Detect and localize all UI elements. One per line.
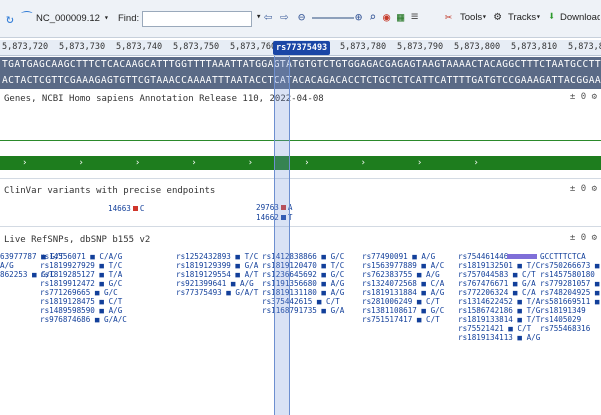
snp-item[interactable]: rs1819129399 ■ G/A bbox=[176, 261, 258, 270]
clinvar-id: 14663 bbox=[108, 204, 131, 213]
snp-column-5: rs77490091 ■ A/G rs1563977889 ■ A/C rs76… bbox=[362, 252, 444, 324]
search-icon[interactable]: ⌕ bbox=[369, 10, 376, 24]
snp-item[interactable]: rs767476671 ■ G/A bbox=[458, 279, 540, 288]
snp-item[interactable]: rs14556071 ■ C/A/G bbox=[40, 252, 127, 261]
tracks-chevron-icon[interactable]: ▾ bbox=[536, 12, 541, 21]
snp-item[interactable]: rs1252432893 ■ T/C bbox=[176, 252, 258, 261]
clinvar-allele: C bbox=[139, 204, 145, 213]
snp-item[interactable]: rs762383755 ■ A/G bbox=[362, 270, 444, 279]
chromosome-icon: ⁀ bbox=[22, 11, 32, 25]
snp-item[interactable]: rs976874686 ■ G/A/C bbox=[40, 315, 127, 324]
grid-icon[interactable]: ▦ bbox=[397, 10, 404, 24]
find-input[interactable] bbox=[142, 11, 252, 27]
separator bbox=[0, 178, 601, 179]
snp-item[interactable]: rs1314622452 ■ T/A bbox=[458, 297, 540, 306]
tracks-menu[interactable]: Tracks bbox=[508, 12, 536, 23]
snp-item[interactable]: rs779281057 ■ C/G/T bbox=[540, 279, 601, 288]
gene-arrows: ››››››››› bbox=[22, 158, 530, 168]
snp-item[interactable]: rs748204925 ■ A/G bbox=[540, 288, 601, 297]
position-label: rs77375493 bbox=[273, 41, 331, 55]
chevron-down-icon[interactable]: ▾ bbox=[104, 13, 109, 22]
tools-chevron-icon[interactable]: ▾ bbox=[482, 12, 487, 21]
align-icon[interactable]: ≡ bbox=[411, 9, 418, 23]
snp-item[interactable]: GCCTTTCTCA bbox=[540, 252, 601, 261]
snp-item[interactable]: rs1381108617 ■ G/C bbox=[362, 306, 444, 315]
ruler-label: 5,873,780 bbox=[340, 42, 387, 52]
download-menu[interactable]: Download bbox=[560, 12, 600, 23]
snp-track-title: Live RefSNPs, dbSNP b155 v2 bbox=[4, 235, 151, 245]
snp-column-2: rs14556071 ■ C/A/G rs1819927929 ■ T/C rs… bbox=[40, 252, 127, 324]
snp-item[interactable]: rs1563977889 ■ A/C bbox=[362, 261, 444, 270]
find-dropdown-icon[interactable]: ▾ bbox=[256, 12, 261, 22]
zoom-out-icon[interactable]: ⊖ bbox=[298, 10, 305, 24]
snp-item[interactable]: rs1457580180 bbox=[540, 270, 601, 279]
snp-item[interactable]: rs750266673 ■ C/G bbox=[540, 261, 601, 270]
ruler-label: 5,873,720 bbox=[2, 42, 49, 52]
snp-item[interactable]: rs1819128475 ■ C/T bbox=[40, 297, 127, 306]
snp-column-6: rs754461446 rs1819132501 ■ T/C rs7570445… bbox=[458, 252, 540, 342]
zoom-slider[interactable] bbox=[312, 17, 354, 19]
snp-item[interactable]: rs921399641 ■ A/G bbox=[176, 279, 258, 288]
snp-item[interactable]: rs75521421 ■ C/T bbox=[458, 324, 540, 333]
snp-item[interactable]: rs77490091 ■ A/G bbox=[362, 252, 444, 261]
ruler-label: 5,873,740 bbox=[116, 42, 163, 52]
forward-arrow-icon[interactable]: ⇨ bbox=[280, 9, 288, 25]
snp-item[interactable]: rs1819133814 ■ T/T bbox=[458, 315, 540, 324]
reverse-sequence: ACTACTCGTTCGAAAGAGTGTTCGTAAACCAAAATTTAAT… bbox=[0, 73, 601, 89]
snp-item[interactable]: rs1819912472 ■ G/C bbox=[40, 279, 127, 288]
selection-highlight bbox=[274, 56, 290, 415]
toolbar: ↻ ⁀ NC_000009.12 ▾ Find: ▾ ⇦ ⇨ ⊖ ⊕ ⌕ ◉ ▦… bbox=[0, 0, 601, 38]
separator bbox=[0, 226, 601, 227]
snp-item[interactable]: rs757044583 ■ C/T bbox=[458, 270, 540, 279]
clinvar-track-title: ClinVar variants with precise endpoints bbox=[4, 186, 216, 196]
snp-item[interactable]: rs1819927929 ■ T/C bbox=[40, 261, 127, 270]
ruler-label: 5,873,820 bbox=[568, 42, 601, 52]
forward-sequence: TGATGAGCAAGCTTTCTCACAAGCATTTGGTTTTAAATTA… bbox=[0, 57, 601, 73]
ruler-label: 5,873,800 bbox=[454, 42, 501, 52]
snp-item[interactable]: rs1819285127 ■ T/A bbox=[40, 270, 127, 279]
snp-item[interactable]: rs1819134113 ■ A/G bbox=[458, 333, 540, 342]
snp-column-7: GCCTTTCTCA rs750266673 ■ C/G rs145758018… bbox=[540, 252, 601, 333]
snp-item[interactable]: rs281006249 ■ C/T bbox=[362, 297, 444, 306]
ruler-label: 5,873,760 bbox=[230, 42, 277, 52]
genes-track-title: Genes, NCBI Homo sapiens Annotation Rele… bbox=[4, 94, 324, 104]
tools-menu[interactable]: Tools bbox=[460, 12, 482, 23]
snp-item[interactable]: rs1405029 bbox=[540, 315, 601, 324]
accession-selector[interactable]: NC_000009.12 bbox=[36, 13, 100, 24]
ruler-label: 5,873,730 bbox=[59, 42, 106, 52]
snp-item[interactable]: rs771269665 ■ G/C bbox=[40, 288, 127, 297]
snp-item[interactable]: rs751517417 ■ C/T bbox=[362, 315, 444, 324]
gear-icon[interactable]: ⚙ bbox=[494, 9, 501, 23]
clinvar-variant[interactable]: 14663 C bbox=[108, 204, 144, 213]
ruler-label: 5,873,810 bbox=[511, 42, 558, 52]
clinvar-track-icons[interactable]: ± 0 ⚙ bbox=[570, 184, 597, 194]
refresh-icon[interactable]: ↻ bbox=[6, 12, 14, 27]
snp-item[interactable]: rs1489598590 ■ A/G bbox=[40, 306, 127, 315]
snp-item[interactable]: rs1819131884 ■ A/G bbox=[362, 288, 444, 297]
snp-track-icons[interactable]: ± 0 ⚙ bbox=[570, 233, 597, 243]
gene-line bbox=[0, 140, 601, 141]
snp-item[interactable]: rs1819132501 ■ T/C bbox=[458, 261, 540, 270]
marker-icon[interactable]: ◉ bbox=[383, 10, 390, 24]
snp-item[interactable]: rs1819129554 ■ A/T bbox=[176, 270, 258, 279]
tools-icon[interactable]: ✂ bbox=[445, 10, 452, 24]
find-label: Find: bbox=[118, 13, 140, 24]
snp-item[interactable]: rs18191349 bbox=[540, 306, 601, 315]
snp-column-3: rs1252432893 ■ T/C rs1819129399 ■ G/A rs… bbox=[176, 252, 258, 297]
zoom-in-icon[interactable]: ⊕ bbox=[355, 10, 362, 24]
ruler: 5,873,720 5,873,730 5,873,740 5,873,750 … bbox=[0, 40, 601, 56]
snp-item[interactable]: rs1586742186 ■ T/G bbox=[458, 306, 540, 315]
snp-range-bar[interactable] bbox=[507, 254, 537, 259]
snp-item[interactable]: rs1324072568 ■ C/A bbox=[362, 279, 444, 288]
snp-item[interactable]: rs755468316 bbox=[540, 324, 601, 333]
snp-item[interactable]: rs77375493 ■ G/A/T bbox=[176, 288, 258, 297]
download-icon[interactable]: ⬇ bbox=[548, 9, 555, 23]
variant-marker bbox=[132, 206, 138, 211]
genes-track-icons[interactable]: ± 0 ⚙ bbox=[570, 92, 597, 102]
ruler-label: 5,873,750 bbox=[173, 42, 220, 52]
ruler-label: 5,873,790 bbox=[397, 42, 444, 52]
snp-item[interactable]: rs772206324 ■ C/A bbox=[458, 288, 540, 297]
snp-item[interactable]: rs581669511 ■ C bbox=[540, 297, 601, 306]
back-arrow-icon[interactable]: ⇦ bbox=[264, 9, 272, 25]
